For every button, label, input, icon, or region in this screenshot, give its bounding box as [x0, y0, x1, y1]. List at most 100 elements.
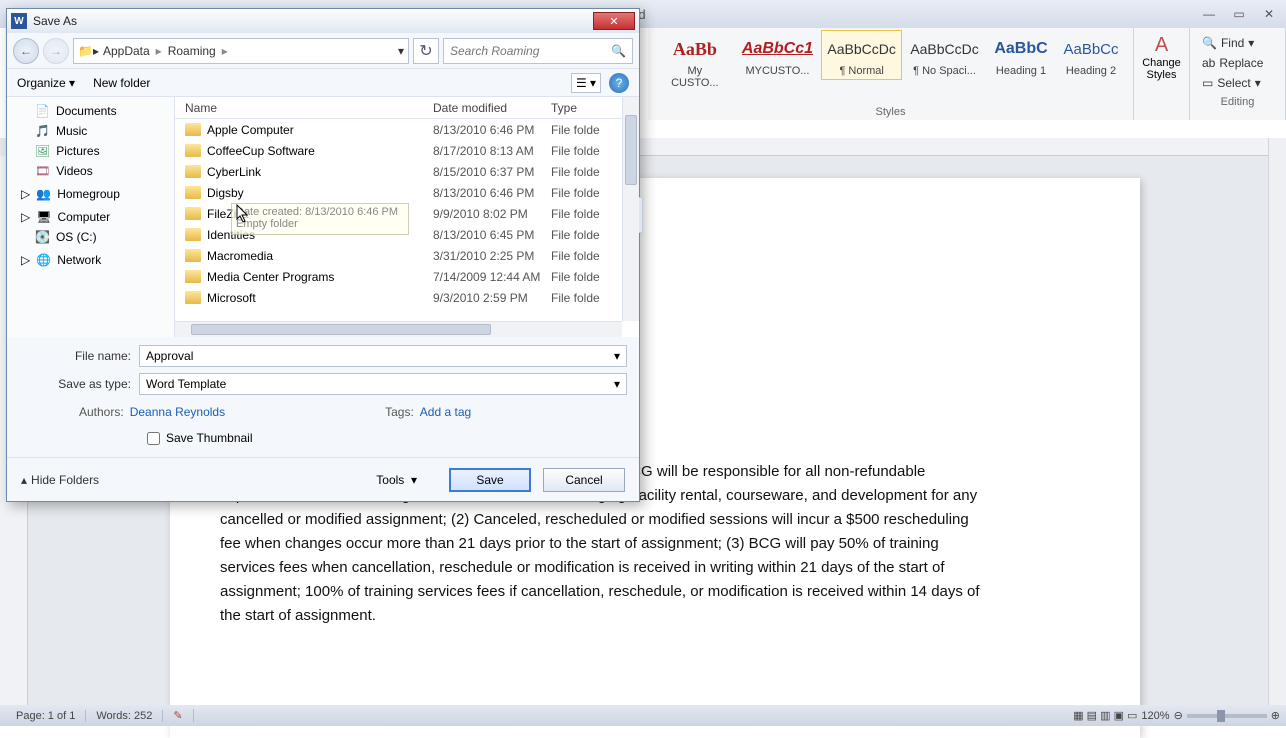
folder-icon [185, 270, 201, 283]
proofing-icon[interactable]: ✎ [163, 709, 193, 722]
organize-button[interactable]: Organize ▾ [17, 76, 75, 90]
folder-icon [185, 228, 201, 241]
word-count[interactable]: Words: 252 [86, 710, 163, 722]
file-row[interactable]: Media Center Programs7/14/2009 12:44 AMF… [175, 266, 639, 287]
authors-value[interactable]: Deanna Reynolds [130, 405, 225, 419]
zoom-slider[interactable] [1187, 714, 1267, 718]
file-row[interactable]: CoffeeCup Software8/17/2010 8:13 AMFile … [175, 140, 639, 161]
nav-computer[interactable]: ▷🖥Computer [7, 204, 174, 227]
folder-icon [185, 249, 201, 262]
ribbon: AaBbMy CUSTO...AaBbCc1MYCUSTO...AaBbCcDc… [648, 28, 1286, 120]
close-button[interactable]: ✕ [1258, 5, 1280, 23]
homegroup-icon: 👥 [36, 187, 51, 201]
editing-group-label: Editing [1198, 92, 1277, 108]
file-row[interactable]: Apple Computer8/13/2010 6:46 PMFile fold… [175, 119, 639, 140]
dialog-fields: File name: Approval▾ Save as type: Word … [7, 337, 639, 457]
select-button[interactable]: ▭Select ▾ [1198, 74, 1277, 92]
change-styles-icon: A [1155, 34, 1168, 57]
computer-icon: 🖥 [36, 210, 51, 224]
style-gallery-item[interactable]: AaBbCcDc¶ Normal [821, 30, 902, 80]
find-button[interactable]: 🔍Find ▾ [1198, 34, 1277, 52]
filename-input[interactable]: Approval▾ [139, 345, 627, 367]
file-list-header[interactable]: Name Date modified Type [175, 97, 639, 119]
file-row[interactable]: Microsoft9/3/2010 2:59 PMFile folde [175, 287, 639, 308]
column-date[interactable]: Date modified [433, 101, 551, 115]
zoom-level[interactable]: 120% [1141, 710, 1169, 722]
change-styles-button[interactable]: A Change Styles [1142, 30, 1181, 85]
replace-button[interactable]: abReplace [1198, 54, 1277, 72]
minimize-button[interactable]: — [1198, 5, 1220, 23]
style-gallery-item[interactable]: AaBbCcDc¶ No Spaci... [904, 30, 985, 80]
folder-icon [185, 291, 201, 304]
savetype-select[interactable]: Word Template▾ [139, 373, 627, 395]
documents-icon: 📄 [35, 104, 50, 118]
view-buttons[interactable]: ▦ ▤ ▥ ▣ ▭ [1073, 709, 1137, 722]
nav-music[interactable]: 🎵Music [7, 121, 174, 141]
breadcrumb-dropdown-icon[interactable]: ▾ [398, 44, 404, 58]
save-button[interactable]: Save [449, 468, 531, 492]
hide-folders-button[interactable]: ▴Hide Folders [21, 473, 99, 487]
chevron-up-icon: ▴ [21, 473, 27, 487]
vertical-scrollbar[interactable] [1268, 138, 1286, 708]
save-thumbnail-checkbox[interactable] [147, 432, 160, 445]
column-name[interactable]: Name [175, 101, 433, 115]
nav-pictures[interactable]: 🖼Pictures [7, 141, 174, 161]
new-folder-button[interactable]: New folder [93, 76, 150, 90]
folder-icon [185, 165, 201, 178]
file-row[interactable]: Digsby8/13/2010 6:46 PMFile folde [175, 182, 639, 203]
nav-documents[interactable]: 📄Documents [7, 101, 174, 121]
styles-group-label: Styles [656, 102, 1125, 118]
forward-button[interactable]: → [43, 38, 69, 64]
select-icon: ▭ [1202, 76, 1213, 90]
tags-value[interactable]: Add a tag [420, 405, 471, 419]
back-button[interactable]: ← [13, 38, 39, 64]
savetype-label: Save as type: [19, 377, 139, 391]
folder-icon [185, 207, 201, 220]
help-button[interactable]: ? [609, 73, 629, 93]
dialog-close-button[interactable]: ✕ [593, 12, 635, 30]
nav-videos[interactable]: 🎞Videos [7, 161, 174, 181]
dialog-titlebar[interactable]: W Save As ✕ [7, 9, 639, 33]
dialog-buttons: ▴Hide Folders Tools ▾ Save Cancel [7, 457, 639, 501]
style-gallery-item[interactable]: AaBbMy CUSTO... [656, 30, 734, 92]
window-controls: — ▭ ✕ [1198, 5, 1280, 23]
style-gallery-item[interactable]: AaBbCc1MYCUSTO... [736, 30, 820, 80]
music-icon: 🎵 [35, 124, 50, 138]
search-input[interactable] [450, 44, 611, 58]
style-gallery-item[interactable]: AaBbCcHeading 2 [1057, 30, 1125, 80]
filename-label: File name: [19, 349, 139, 363]
restore-button[interactable]: ▭ [1228, 5, 1250, 23]
file-list-vscroll[interactable] [622, 97, 639, 321]
status-bar: Page: 1 of 1 Words: 252 ✎ ▦ ▤ ▥ ▣ ▭ 120%… [0, 705, 1286, 726]
view-options-button[interactable]: ☰ ▾ [571, 73, 601, 93]
breadcrumb[interactable]: 📁▸ AppData ▸ Roaming ▸ ▾ [73, 38, 409, 64]
file-row[interactable]: CyberLink8/15/2010 6:37 PMFile folde [175, 161, 639, 182]
dialog-toolbar: Organize ▾ New folder ☰ ▾ ? [7, 69, 639, 97]
folder-up-icon[interactable]: 📁▸ [78, 44, 99, 58]
zoom-in-button[interactable]: ⊕ [1271, 709, 1280, 722]
save-as-dialog: W Save As ✕ ← → 📁▸ AppData ▸ Roaming ▸ ▾… [6, 8, 640, 502]
cancel-button[interactable]: Cancel [543, 468, 625, 492]
file-list-hscroll[interactable] [175, 321, 622, 337]
nav-homegroup[interactable]: ▷👥Homegroup [7, 181, 174, 204]
file-list[interactable]: Name Date modified Type Apple Computer8/… [175, 97, 639, 337]
find-icon: 🔍 [1202, 36, 1217, 50]
page-indicator[interactable]: Page: 1 of 1 [6, 710, 86, 722]
folder-icon [185, 186, 201, 199]
file-row[interactable]: Macromedia3/31/2010 2:25 PMFile folde [175, 245, 639, 266]
videos-icon: 🎞 [35, 164, 50, 178]
tags-label: Tags: [385, 405, 414, 419]
search-icon: 🔍 [611, 44, 626, 58]
navigation-pane[interactable]: 📄Documents 🎵Music 🖼Pictures 🎞Videos ▷👥Ho… [7, 97, 175, 337]
search-box[interactable]: 🔍 [443, 38, 633, 64]
style-gallery-item[interactable]: AaBbCHeading 1 [987, 30, 1055, 80]
zoom-out-button[interactable]: ⊖ [1174, 709, 1183, 722]
word-icon: W [11, 13, 27, 29]
nav-network[interactable]: ▷🌐Network [7, 247, 174, 270]
tools-button[interactable]: Tools ▾ [376, 473, 417, 487]
refresh-button[interactable]: ↻ [413, 38, 439, 64]
pictures-icon: 🖼 [35, 144, 50, 158]
nav-os-c[interactable]: 💽OS (C:) [7, 227, 174, 247]
save-thumbnail-label: Save Thumbnail [166, 431, 253, 445]
network-icon: 🌐 [36, 253, 51, 267]
